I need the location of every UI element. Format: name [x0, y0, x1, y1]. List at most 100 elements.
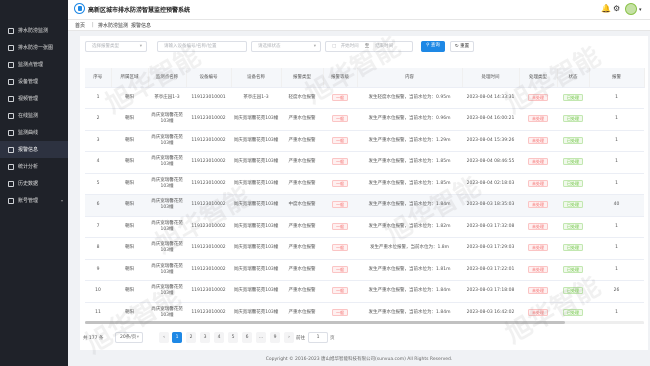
cell-count: 40 — [589, 194, 644, 217]
sidebar-item-accounts[interactable]: 账号管理 ▾ — [0, 192, 68, 209]
tab-home[interactable]: 首页 — [75, 22, 85, 29]
date-range-input[interactable]: □ 开始时间至结束时间 — [325, 41, 413, 52]
sidebar-item-curve[interactable]: 监测曲线 — [0, 124, 68, 141]
alarm-type-select[interactable]: 选择报警类型 ▾ — [85, 41, 147, 52]
cell-device-no: 119123010002 — [186, 108, 231, 131]
table-row[interactable]: 10 朝阳 尚庆宽瑞馨花苑103幢 119123010002 尚庆宽瑞馨花苑103幢 严重… — [85, 280, 644, 303]
cell-type: 严重水位报警 — [281, 280, 323, 303]
reset-button[interactable]: ↻ 重置 — [450, 41, 474, 52]
tab-alarms[interactable]: 报警信息 — [131, 22, 151, 29]
table-row[interactable]: 9 朝阳 尚庆宽瑞馨花苑103幢 119123010002 尚庆宽瑞馨花苑103幢 严重水… — [85, 259, 644, 281]
page-button[interactable]: 9 — [270, 332, 280, 343]
chevron-down-icon: ▾ — [60, 198, 63, 203]
column-header: 设备名称 — [231, 68, 282, 88]
total-count: 共 177 条 — [83, 336, 104, 341]
cell-index: 10 — [85, 280, 111, 303]
page-suffix: 页 — [330, 336, 335, 341]
more-pages-button[interactable]: … — [256, 332, 266, 343]
breadcrumb: 首页 | 排水防涝监测 › 报警信息 — [68, 20, 650, 31]
page-button[interactable]: 3 — [200, 332, 210, 343]
next-page-button[interactable]: › — [284, 332, 294, 343]
table-row[interactable]: 2 朝阳 尚庆宽瑞馨花苑103幢 119123010002 尚庆宽瑞馨花苑103幢 严重水… — [85, 108, 644, 131]
cell-count: 1 — [589, 130, 644, 152]
sidebar-item-stats[interactable]: 统计分析 — [0, 158, 68, 175]
sidebar-item-devices[interactable]: 设备管理 — [0, 73, 68, 90]
table-row[interactable]: 5 朝阳 尚庆宽瑞馨花苑103幢 119123010002 尚庆宽瑞馨花苑103幢 严重水… — [85, 173, 644, 195]
reset-icon: ↻ — [454, 44, 459, 49]
prev-page-button[interactable]: ‹ — [159, 332, 169, 343]
sidebar-item-monitoring[interactable]: 排水防涝监测 — [0, 22, 68, 39]
gear-icon[interactable]: ⚙ — [613, 5, 620, 13]
avatar[interactable] — [625, 3, 637, 15]
cell-device-name: 尚庆宽瑞馨花苑103幢 — [231, 108, 281, 131]
bell-icon[interactable]: 🔔 — [601, 5, 611, 13]
sidebar-item-history[interactable]: 历史数据 — [0, 175, 68, 192]
column-header: 设备编号 — [186, 68, 232, 88]
chevron-down-icon: ▾ — [313, 44, 316, 49]
cell-time: 2023-08-03 17:22:01 — [462, 259, 519, 281]
sidebar-item-points[interactable]: 监测点管理 — [0, 56, 68, 73]
page-button[interactable]: 5 — [228, 332, 238, 343]
cell-handle: 未处理 — [519, 259, 557, 281]
cell-status: 已处理 — [557, 87, 589, 109]
cell-handle: 未处理 — [519, 173, 557, 195]
table-row[interactable]: 4 朝阳 尚庆宽瑞馨花苑103幢 119123010002 尚庆宽瑞馨花苑103幢 严重水… — [85, 151, 644, 174]
table-row[interactable]: 7 朝阳 尚庆宽瑞馨花苑103幢 119123010002 尚庆宽瑞馨花苑103幢 严重水… — [85, 216, 644, 238]
cell-time: 2023-08-04 15:39:26 — [462, 130, 519, 152]
top-bar: 高新区城市排水防涝智慧监控预警系统 🔔 ⚙ ▾ — [0, 0, 650, 20]
sidebar-item-video[interactable]: 视频管理 — [0, 90, 68, 107]
chart-icon — [8, 129, 14, 136]
level-badge: 一般 — [332, 265, 348, 273]
horizontal-scrollbar[interactable] — [85, 321, 644, 324]
status-badge: 已处理 — [563, 179, 583, 187]
chevron-down-icon[interactable]: ▾ — [639, 7, 642, 13]
page-size-select[interactable]: 20条/页 ▾ — [115, 332, 143, 343]
page-button[interactable]: 4 — [214, 332, 224, 343]
search-button[interactable]: ⚲ 查询 — [421, 41, 445, 52]
page-button[interactable]: 1 — [172, 332, 182, 343]
cell-level: 一般 — [323, 173, 357, 195]
sidebar-item-online[interactable]: 在线监测 — [0, 107, 68, 124]
level-badge: 一般 — [332, 244, 348, 252]
table-row[interactable]: 3 朝阳 尚庆宽瑞馨花苑103幢 119123010002 尚庆宽瑞馨花苑103幢 严重水… — [85, 130, 644, 152]
status-select[interactable]: 请选择状态 ▾ — [251, 41, 321, 52]
column-header: 内容 — [357, 68, 463, 88]
cell-type: 严重水位报警 — [281, 173, 323, 195]
cell-point: 尚庆宽瑞馨花苑103幢 — [148, 173, 186, 195]
cell-device-name: 尚庆宽瑞馨花苑103幢 — [231, 280, 281, 303]
scrollbar-thumb[interactable] — [85, 321, 565, 324]
column-header: 报警类型 — [281, 68, 324, 88]
breadcrumb-separator-icon: | — [92, 22, 94, 28]
cell-device-no: 119123010002 — [186, 259, 231, 281]
cell-level: 一般 — [323, 87, 357, 109]
table-row[interactable]: 8 朝阳 尚庆宽瑞馨花苑103幢 119123010002 尚庆宽瑞馨花苑103幢 严重水… — [85, 237, 644, 260]
cell-level: 一般 — [323, 280, 357, 303]
goto-page-input[interactable]: 1 — [308, 332, 328, 343]
cell-level: 一般 — [323, 130, 357, 152]
cell-device-name: 尚庆宽瑞馨花苑103幢 — [231, 216, 281, 238]
history-icon — [8, 180, 14, 187]
stats-icon — [8, 163, 14, 170]
alarm-table: 序号 所属区域 监测点名称 设备编号 设备名称 报警类型 报警等级 内容 处理时间 处理类型 状态报… — [85, 68, 645, 324]
cell-handle: 未处理 — [519, 87, 557, 109]
column-header: 监测点名称 — [148, 68, 187, 88]
search-icon: ⚲ — [426, 43, 430, 48]
tab-monitoring[interactable]: 排水防涝监测 — [98, 22, 128, 29]
cell-time: 2023-08-04 08:46:55 — [462, 151, 519, 174]
cell-status: 已处理 — [557, 237, 589, 260]
sidebar-item-alarms[interactable]: 报警信息 — [0, 141, 68, 158]
chevron-down-icon: ▾ — [139, 44, 142, 49]
table-row[interactable]: 6 朝阳 尚庆宽瑞馨花苑103幢 119123010002 尚庆宽瑞馨花苑103幢 中度水… — [85, 194, 644, 217]
page-button[interactable]: 2 — [186, 332, 196, 343]
sidebar-item-map[interactable]: 排水防涝一张图 — [0, 39, 68, 56]
cell-content: 发生严重水位报警，当前水位为：1.85m — [357, 173, 462, 195]
device-search-input[interactable]: 请输入设备编号/名称/位置 — [157, 41, 247, 52]
cell-point: 尚庆宽瑞馨花苑103幢 — [148, 151, 186, 174]
table-row[interactable]: 1 朝阳 茶亭庄园1-3 119123010001 茶亭庄园1-3 轻度水位报警 一般 发生轻… — [85, 87, 644, 109]
cell-region: 朝阳 — [111, 108, 148, 131]
cell-point: 尚庆宽瑞馨花苑103幢 — [148, 108, 186, 131]
page-button[interactable]: 6 — [242, 332, 252, 343]
cell-content: 发生严重水位报警，当前水位为：1.29m — [357, 130, 462, 152]
cell-region: 朝阳 — [111, 87, 148, 109]
map-icon — [8, 44, 14, 51]
